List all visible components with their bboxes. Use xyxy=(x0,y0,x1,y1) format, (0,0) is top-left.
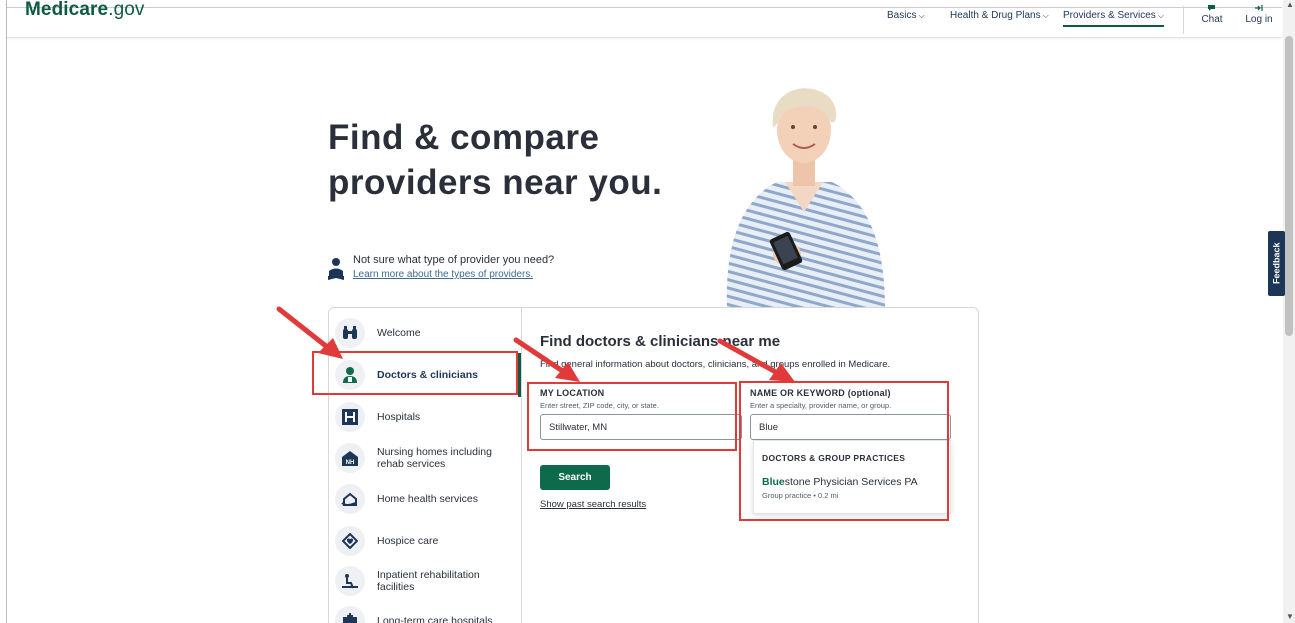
scroll-down-arrow-icon[interactable]: ▼ xyxy=(1286,612,1294,621)
nav-health-drug-plans-label: Health & Drug Plans xyxy=(950,10,1041,21)
binoculars-icon xyxy=(335,318,365,348)
browser-page: Medicare.gov Basics ⌵ Health & Drug Plans… xyxy=(6,0,1282,623)
logo-tld: .gov xyxy=(108,0,145,20)
sidebar-item-welcome[interactable]: Welcome xyxy=(335,318,521,348)
page-title-line2: providers near you. xyxy=(328,163,663,202)
header-divider xyxy=(1183,6,1184,34)
chevron-down-icon: ⌵ xyxy=(1157,11,1164,20)
provider-types-link[interactable]: Learn more about the types of providers. xyxy=(353,269,533,280)
chat-label: Chat xyxy=(1201,14,1223,25)
sidebar-item-label: Hospitals xyxy=(377,411,421,423)
nav-providers-services-label: Providers & Services xyxy=(1063,10,1156,21)
search-button[interactable]: Search xyxy=(540,465,610,490)
woman-with-phone-photo xyxy=(707,82,897,308)
sidebar-item-long-term-care[interactable]: Long-term care hospitals xyxy=(335,606,521,623)
page-scrollbar[interactable]: ▲ ▼ xyxy=(1283,0,1295,623)
annotation-box-doctors xyxy=(312,351,518,395)
active-item-indicator xyxy=(518,353,521,397)
chevron-down-icon: ⌵ xyxy=(1042,11,1049,20)
rehab-icon xyxy=(335,566,365,596)
chat-icon xyxy=(1199,4,1225,14)
sidebar-item-hospice[interactable]: Hospice care xyxy=(335,526,521,556)
sidebar-item-home-health[interactable]: Home health services xyxy=(335,484,521,514)
page-title: Find & compare providers near you. xyxy=(328,115,748,205)
sidebar-item-label: Welcome xyxy=(377,327,421,339)
medicare-logo[interactable]: Medicare.gov xyxy=(25,0,145,21)
login-label: Log in xyxy=(1245,14,1273,25)
header-top-divider xyxy=(7,7,1282,8)
annotation-box-location xyxy=(527,382,737,451)
chevron-down-icon: ⌵ xyxy=(918,11,925,20)
sidebar-item-label: Hospice care xyxy=(377,535,439,547)
person-reading-icon xyxy=(327,256,345,282)
svg-text:NH: NH xyxy=(346,460,355,466)
login-button[interactable]: Log in xyxy=(1243,4,1275,25)
content-subtitle: Find general information about doctors, … xyxy=(540,359,891,370)
annotation-box-keyword xyxy=(739,381,949,521)
sidebar-item-label-line1: Inpatient rehabilitation xyxy=(377,569,480,581)
nav-basics-label: Basics xyxy=(887,10,917,21)
nav-health-drug-plans[interactable]: Health & Drug Plans ⌵ xyxy=(950,10,1049,21)
scrollbar-thumb[interactable] xyxy=(1285,36,1293,336)
scroll-up-arrow-icon[interactable]: ▲ xyxy=(1286,0,1294,9)
nav-providers-services[interactable]: Providers & Services ⌵ xyxy=(1063,10,1164,27)
sidebar-item-hospitals[interactable]: Hospitals xyxy=(335,402,521,432)
sidebar-item-label: Home health services xyxy=(377,493,478,505)
sidebar-item-label-line1: Nursing homes including xyxy=(377,446,492,458)
sidebar-item-inpatient-rehab[interactable]: Inpatient rehabilitation facilities xyxy=(335,566,521,596)
site-header: Medicare.gov Basics ⌵ Health & Drug Plans… xyxy=(7,0,1282,38)
sidebar-item-label: Inpatient rehabilitation facilities xyxy=(377,569,480,593)
nursing-home-icon: NH xyxy=(335,443,365,473)
sidebar-item-label: Nursing homes including rehab services xyxy=(377,446,492,470)
sidebar-item-nursing-homes[interactable]: NH Nursing homes including rehab services xyxy=(335,443,521,473)
home-health-icon xyxy=(335,484,365,514)
page-title-line1: Find & compare xyxy=(328,118,600,157)
hospice-icon xyxy=(335,526,365,556)
sidebar-item-label: Long-term care hospitals xyxy=(377,615,493,623)
hospital-h-icon xyxy=(335,402,365,432)
login-icon xyxy=(1243,4,1275,14)
past-search-results-link[interactable]: Show past search results xyxy=(540,499,646,510)
feedback-tab[interactable]: Feedback xyxy=(1268,231,1285,296)
sidebar-item-label-line2: rehab services xyxy=(377,458,446,470)
ltc-hospital-icon xyxy=(335,606,365,623)
nav-basics[interactable]: Basics ⌵ xyxy=(887,10,925,21)
chat-button[interactable]: Chat xyxy=(1199,4,1225,25)
helper-question: Not sure what type of provider you need? xyxy=(353,254,555,266)
sidebar-item-label-line2: facilities xyxy=(377,581,415,593)
content-title: Find doctors & clinicians near me xyxy=(540,333,781,350)
logo-brand: Medicare xyxy=(25,0,109,20)
